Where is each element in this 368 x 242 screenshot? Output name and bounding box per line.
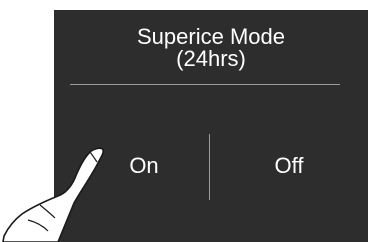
dialog-title-line1: Superice Mode (137, 24, 285, 49)
title-divider (70, 84, 340, 85)
dialog-title-line2: (24hrs) (176, 46, 246, 71)
superice-mode-dialog: Superice Mode (24hrs) On Off (54, 10, 368, 242)
on-button[interactable]: On (94, 146, 194, 186)
dialog-title: Superice Mode (24hrs) (54, 26, 368, 70)
off-button[interactable]: Off (239, 146, 339, 186)
option-divider (209, 134, 210, 200)
screen: Superice Mode (24hrs) On Off (0, 0, 368, 242)
